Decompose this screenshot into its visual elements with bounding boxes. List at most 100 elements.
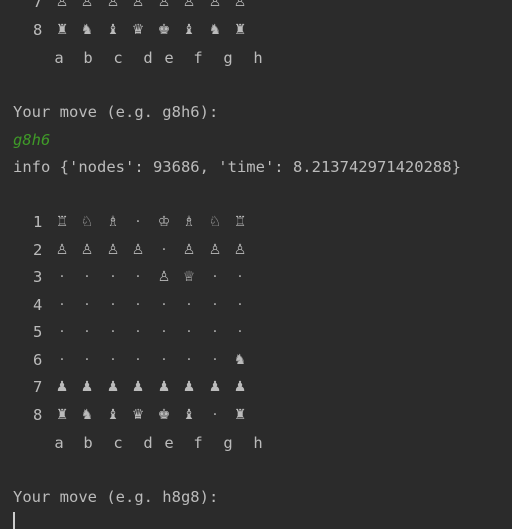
chess-piece-icon: ♘ <box>208 214 222 230</box>
chess-piece-icon: ♟ <box>182 379 196 395</box>
move-prompt: Your move (e.g. g8h6): <box>13 103 219 121</box>
move-prompt: Your move (e.g. h8g8): <box>13 488 219 506</box>
chess-piece-icon: ♙ <box>233 0 247 10</box>
chess-piece-icon: ♙ <box>106 0 120 10</box>
empty-square: · <box>237 324 243 340</box>
empty-square: · <box>161 351 167 368</box>
chess-piece-icon: ♟ <box>131 379 145 395</box>
empty-square: · <box>84 296 90 313</box>
chess-piece-icon: ♝ <box>182 21 196 38</box>
chess-piece-icon: ♝ <box>182 406 196 423</box>
empty-square: · <box>110 351 116 368</box>
chess-piece-icon: ♟ <box>208 379 222 395</box>
file-label: g <box>223 49 233 67</box>
chess-piece-icon: ♕ <box>182 269 196 285</box>
chess-piece-icon: ♟ <box>233 379 247 395</box>
rank-label: 8 <box>33 20 43 39</box>
file-label: f <box>193 49 203 67</box>
empty-square: · <box>84 324 90 340</box>
file-label: a <box>54 49 64 67</box>
chess-piece-icon: ♜ <box>233 21 247 38</box>
empty-square: · <box>135 324 141 340</box>
empty-square: · <box>59 269 65 285</box>
chess-piece-icon: ♙ <box>55 0 69 10</box>
rank-label: 5 <box>33 323 43 341</box>
file-label: g <box>223 434 233 452</box>
chess-piece-icon: ♚ <box>157 21 171 38</box>
empty-square: · <box>135 269 141 285</box>
empty-square: · <box>59 351 65 368</box>
chess-piece-icon: ♛ <box>131 406 145 423</box>
chess-piece-icon: ♞ <box>80 21 94 38</box>
chess-piece-icon: ♞ <box>233 351 247 368</box>
file-label: e <box>164 49 174 67</box>
rank-label: 2 <box>33 240 43 259</box>
empty-square: · <box>59 296 65 313</box>
engine-info: info {'nodes': 93686, 'time': 8.21374297… <box>13 158 461 176</box>
chess-piece-icon: ♙ <box>182 0 196 10</box>
chess-piece-icon: ♝ <box>106 21 120 38</box>
chess-piece-icon: ♜ <box>55 21 69 38</box>
chess-piece-icon: ♙ <box>131 0 145 10</box>
chess-piece-icon: ♝ <box>106 406 120 423</box>
chess-piece-icon: ♙ <box>208 241 222 258</box>
empty-square: · <box>135 296 141 313</box>
console-output: 7 ♙ ♙ ♙ ♙ ♙ ♙ ♙ ♙ 8 ♜ ♞ ♝ ♛ ♚ ♝ ♞ ♜ a b c d e f g h Your move (e.… <box>0 0 512 529</box>
file-label: d <box>143 49 153 67</box>
empty-square: · <box>110 269 116 285</box>
empty-square: · <box>161 241 167 258</box>
chess-piece-icon: ♟ <box>80 379 94 395</box>
file-label: f <box>193 434 203 452</box>
rank-label: 4 <box>33 295 43 314</box>
chess-piece-icon: ♙ <box>208 0 222 10</box>
text-cursor[interactable] <box>13 512 15 529</box>
file-label: e <box>164 434 174 452</box>
empty-square: · <box>59 324 65 340</box>
chess-piece-icon: ♛ <box>131 21 145 38</box>
file-label: c <box>113 434 123 452</box>
empty-square: · <box>212 296 218 313</box>
chess-piece-icon: ♘ <box>80 214 94 230</box>
chess-piece-icon: ♙ <box>157 0 171 10</box>
user-move-input: g8h6 <box>13 131 51 149</box>
empty-square: · <box>212 406 218 423</box>
file-label: a <box>54 434 64 452</box>
chess-piece-icon: ♔ <box>157 214 171 230</box>
rank-label: 3 <box>33 268 43 286</box>
chess-piece-icon: ♖ <box>55 214 69 230</box>
rank-label: 8 <box>33 405 43 424</box>
chess-piece-icon: ♖ <box>233 214 247 230</box>
empty-square: · <box>237 296 243 313</box>
rank-label: 7 <box>33 378 43 396</box>
file-label: c <box>113 49 123 67</box>
rank-label: 1 <box>33 213 43 231</box>
empty-square: · <box>186 296 192 313</box>
empty-square: · <box>212 351 218 368</box>
empty-square: · <box>212 269 218 285</box>
chess-piece-icon: ♟ <box>106 379 120 395</box>
empty-square: · <box>135 351 141 368</box>
empty-square: · <box>186 324 192 340</box>
rank-label: 7 <box>33 0 43 11</box>
chess-piece-icon: ♙ <box>55 241 69 258</box>
empty-square: · <box>186 351 192 368</box>
chess-piece-icon: ♙ <box>80 0 94 10</box>
empty-square: · <box>84 351 90 368</box>
chess-piece-icon: ♙ <box>106 241 120 258</box>
rank-label: 6 <box>33 350 43 369</box>
chess-piece-icon: ♚ <box>157 406 171 423</box>
file-label: d <box>143 434 153 452</box>
chess-piece-icon: ♜ <box>233 406 247 423</box>
empty-square: · <box>161 324 167 340</box>
empty-square: · <box>110 324 116 340</box>
chess-piece-icon: ♙ <box>157 269 171 285</box>
chess-piece-icon: ♗ <box>106 214 120 230</box>
chess-piece-icon: ♗ <box>182 214 196 230</box>
empty-square: · <box>237 269 243 285</box>
chess-piece-icon: ♟ <box>55 379 69 395</box>
file-label: h <box>253 49 263 67</box>
empty-square: · <box>161 296 167 313</box>
file-label: b <box>83 434 93 452</box>
chess-piece-icon: ♜ <box>55 406 69 423</box>
empty-square: · <box>84 269 90 285</box>
